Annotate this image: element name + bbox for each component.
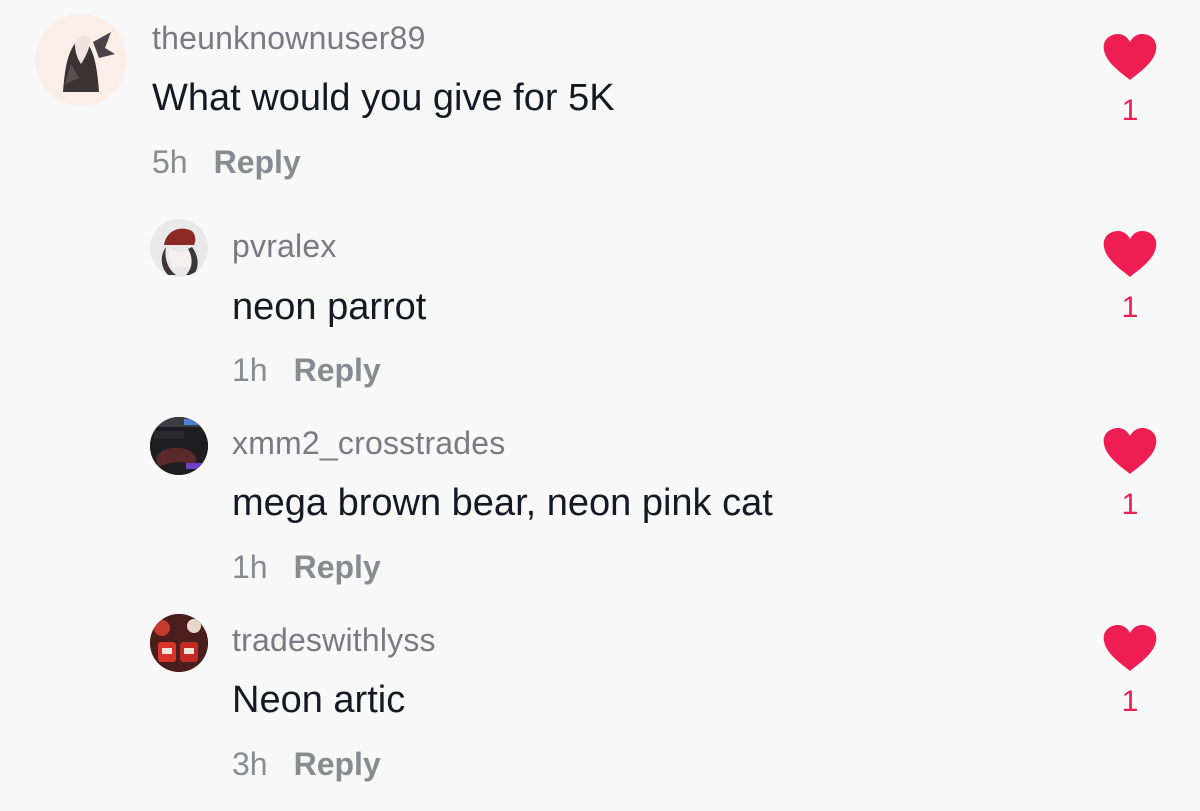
like-button[interactable]: 1 [1102, 231, 1158, 323]
comment-meta: 3h Reply [232, 748, 381, 780]
avatar[interactable] [150, 417, 208, 475]
heart-filled-icon [1103, 34, 1157, 80]
reply-button[interactable]: Reply [294, 352, 381, 388]
comment-username[interactable]: pvralex [232, 230, 337, 262]
comment-username[interactable]: theunknownuser89 [152, 22, 426, 54]
comment-time: 3h [232, 746, 268, 782]
comment-username[interactable]: tradeswithlyss [232, 624, 436, 656]
avatar[interactable] [35, 14, 127, 106]
comment-time: 1h [232, 549, 268, 585]
like-count: 1 [1121, 685, 1139, 718]
like-count: 1 [1121, 488, 1139, 521]
comment-text: Neon artic [232, 679, 406, 721]
comment-text: mega brown bear, neon pink cat [232, 482, 773, 524]
like-count: 1 [1121, 291, 1139, 324]
comment-username[interactable]: xmm2_crosstrades [232, 427, 506, 459]
comment-text: What would you give for 5K [152, 77, 615, 119]
avatar[interactable] [150, 614, 208, 672]
reply-button[interactable]: Reply [294, 746, 381, 782]
reply-button[interactable]: Reply [294, 549, 381, 585]
reply-button[interactable]: Reply [214, 144, 301, 180]
heart-filled-icon [1103, 625, 1157, 671]
like-count: 1 [1121, 94, 1139, 127]
comment-time: 1h [232, 352, 268, 388]
comment-thread: theunknownuser89 What would you give for… [0, 0, 1200, 811]
heart-filled-icon [1103, 231, 1157, 277]
heart-filled-icon [1103, 428, 1157, 474]
like-button[interactable]: 1 [1102, 34, 1158, 126]
like-button[interactable]: 1 [1102, 625, 1158, 717]
comment-meta: 1h Reply [232, 354, 381, 386]
comment-time: 5h [152, 144, 188, 180]
comment-meta: 5h Reply [152, 146, 301, 178]
comment-meta: 1h Reply [232, 551, 381, 583]
comment-text: neon parrot [232, 286, 427, 328]
like-button[interactable]: 1 [1102, 428, 1158, 520]
avatar[interactable] [150, 219, 208, 277]
